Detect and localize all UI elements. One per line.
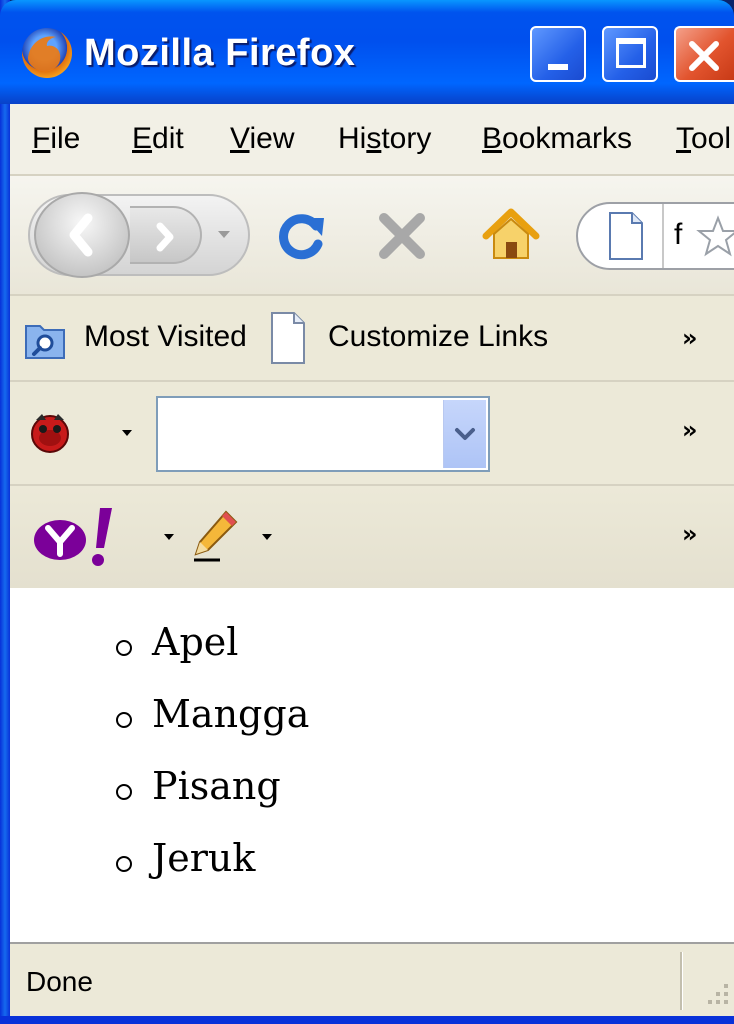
stop-icon[interactable]: [372, 206, 432, 266]
bookmarks-overflow-chevron[interactable]: »: [682, 324, 698, 352]
firefox-icon: [22, 28, 72, 78]
circle-bullet: [116, 640, 132, 656]
menu-history-accel: s: [366, 122, 382, 155]
dropdown-arrow-icon[interactable]: [120, 428, 134, 438]
menu-file-label: ile: [50, 122, 81, 155]
search-dropdown-button[interactable]: [443, 400, 486, 468]
maximize-icon: [616, 38, 646, 68]
browser-chrome: File Edit View History Bookmarks Tool f …: [10, 104, 734, 588]
chevron-down-icon: [455, 428, 475, 440]
list-item-label: Pisang: [152, 764, 281, 808]
reload-icon[interactable]: [272, 206, 332, 266]
menu-file-accel: F: [32, 122, 51, 155]
menu-history[interactable]: History: [338, 122, 431, 156]
status-text: Done: [26, 966, 93, 997]
bookmark-most-visited-label: Most Visited: [84, 320, 247, 353]
menu-view-label: iew: [249, 122, 295, 155]
page-content: Apel Mangga Pisang Jeruk: [10, 588, 734, 942]
minimize-button[interactable]: [530, 26, 586, 82]
window-frame-left: [0, 0, 10, 1024]
status-separator: [680, 952, 683, 1010]
circle-bullet: [116, 856, 132, 872]
title-bar[interactable]: Mozilla Firefox: [0, 0, 734, 104]
address-text: f: [674, 218, 683, 251]
folder-search-icon: [25, 325, 65, 359]
close-icon: [689, 41, 719, 71]
menu-file[interactable]: File: [32, 122, 80, 156]
bookmark-customize-links-label: Customize Links: [328, 320, 549, 353]
forward-icon: [156, 222, 174, 252]
back-icon: [69, 213, 93, 257]
page-icon: [271, 312, 305, 364]
status-bar: Done: [10, 942, 734, 1018]
bookmarks-toolbar: Most Visited Customize Links »: [10, 296, 734, 382]
list-item-label: Jeruk: [152, 836, 256, 880]
menu-edit-label: dit: [152, 122, 184, 155]
menu-history-pre: Hi: [338, 122, 367, 155]
history-dropdown-icon[interactable]: [216, 228, 232, 240]
menu-bookmarks-accel: B: [482, 122, 503, 155]
navigation-toolbar: f: [10, 176, 734, 296]
bookmark-star-icon[interactable]: [696, 214, 734, 258]
menu-history-label: tory: [381, 122, 432, 155]
menu-tools-accel: T: [676, 122, 691, 155]
menu-bookmarks[interactable]: Bookmarks: [482, 122, 632, 156]
yahoo-logo-icon[interactable]: [30, 502, 130, 572]
menu-view[interactable]: View: [230, 122, 294, 156]
search-toolbar-overflow-chevron[interactable]: »: [682, 416, 698, 444]
pencil-icon[interactable]: [190, 508, 240, 564]
pencil-dropdown-icon[interactable]: [260, 532, 274, 542]
window-frame-bottom: [0, 1016, 734, 1024]
address-bar[interactable]: f: [576, 202, 734, 270]
back-button[interactable]: [34, 192, 130, 278]
resize-grip-icon[interactable]: [704, 980, 732, 1008]
menu-tools[interactable]: Tool: [676, 122, 731, 156]
menu-bookmarks-label: ookmarks: [502, 122, 633, 155]
menu-view-accel: V: [230, 122, 250, 155]
menu-edit[interactable]: Edit: [132, 122, 184, 156]
page-icon: [609, 212, 643, 260]
monkey-icon[interactable]: [28, 410, 72, 454]
address-separator: [662, 204, 664, 268]
search-input[interactable]: [156, 396, 490, 472]
home-icon[interactable]: [480, 204, 542, 266]
yahoo-toolbar-overflow-chevron[interactable]: »: [682, 520, 698, 548]
maximize-button[interactable]: [602, 26, 658, 82]
addon-search-toolbar: »: [10, 382, 734, 486]
menu-tools-label: ool: [691, 122, 732, 155]
circle-bullet: [116, 784, 132, 800]
yahoo-dropdown-icon[interactable]: [162, 532, 176, 542]
minimize-icon: [548, 64, 568, 70]
forward-button[interactable]: [130, 206, 202, 264]
menu-bar: File Edit View History Bookmarks Tool: [10, 104, 734, 176]
close-button[interactable]: [674, 26, 734, 82]
browser-window: Mozilla Firefox File Edit View History B…: [0, 0, 734, 1024]
window-title: Mozilla Firefox: [84, 32, 356, 74]
yahoo-toolbar: »: [10, 486, 734, 588]
list-item-label: Mangga: [152, 692, 310, 736]
list-item-label: Apel: [152, 620, 239, 664]
circle-bullet: [116, 712, 132, 728]
menu-edit-accel: E: [132, 122, 153, 155]
